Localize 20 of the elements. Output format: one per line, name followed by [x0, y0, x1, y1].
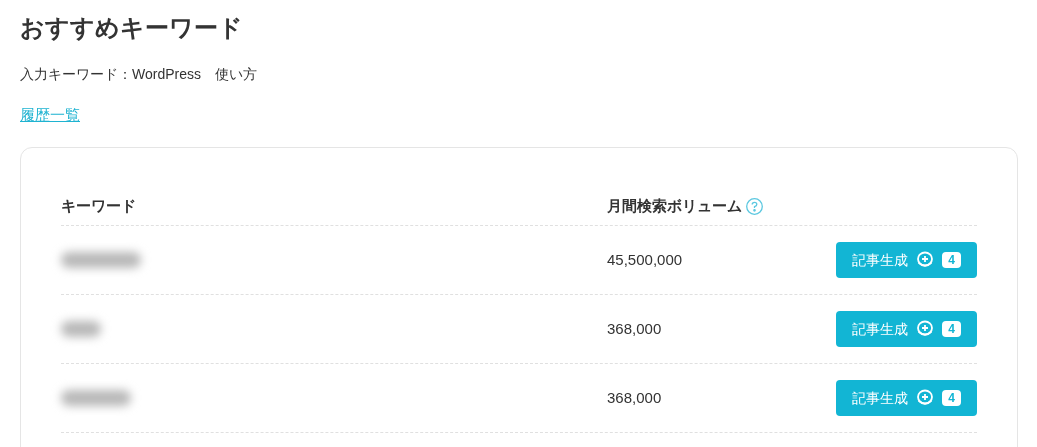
history-link[interactable]: 履歴一覧: [20, 104, 80, 127]
column-header: キーワード: [61, 196, 137, 217]
column-header: 月間検索ボリューム: [607, 196, 742, 217]
page-title: おすすめキーワード: [20, 13, 244, 43]
coin-icon: [916, 320, 935, 338]
blurred-keyword: [61, 390, 131, 406]
generate-article-button[interactable]: 記事生成 4: [836, 311, 977, 347]
volume-cell-text: 368,000: [607, 387, 663, 408]
volume-cell-text: 368,000: [607, 318, 663, 339]
generate-article-button[interactable]: 記事生成 4: [836, 380, 977, 416]
blurred-keyword: [61, 321, 101, 337]
generate-article-button[interactable]: 記事生成 4: [836, 242, 977, 278]
coin-icon: [916, 251, 935, 269]
cost-badge: 4: [942, 390, 961, 406]
help-icon[interactable]: [746, 198, 763, 215]
volume-cell-text: 45,500,000: [607, 249, 684, 270]
input-keyword-text: 入力キーワード：WordPress 使い方: [20, 65, 258, 84]
coin-icon: [916, 389, 935, 407]
cost-badge: 4: [942, 321, 961, 337]
cost-badge: 4: [942, 252, 961, 268]
